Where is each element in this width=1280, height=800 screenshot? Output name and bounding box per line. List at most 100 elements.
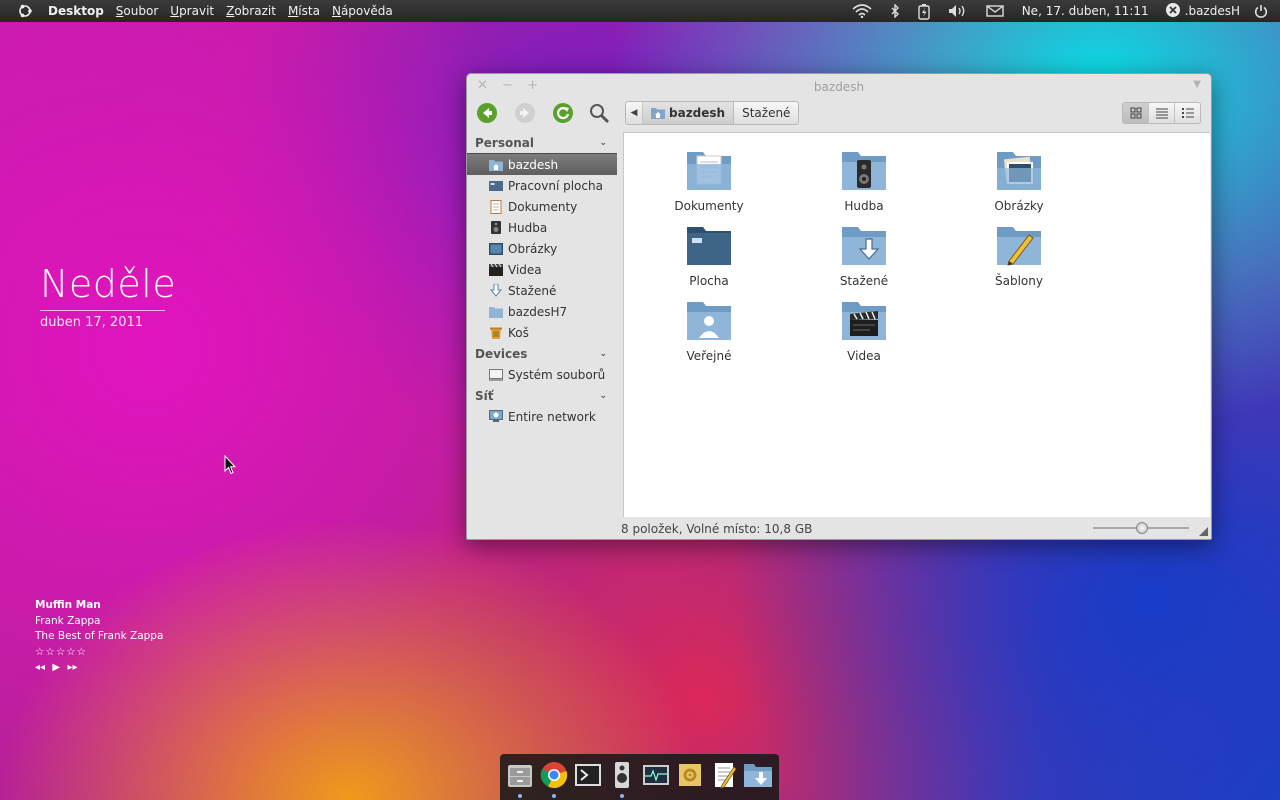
window-titlebar[interactable]: ✕ − + bazdesh ▼ xyxy=(467,74,1211,100)
dock-downloads-folder-icon[interactable] xyxy=(743,760,773,790)
public-folder-icon xyxy=(687,302,731,340)
desktop-folder-icon xyxy=(687,227,731,265)
sidebar-item-desktop[interactable]: Pracovní plocha xyxy=(467,175,617,196)
menu-mista[interactable]: Místa xyxy=(288,4,320,18)
sidebar-item-downloads[interactable]: Stažené xyxy=(467,280,617,301)
menu-napoveda[interactable]: Nápověda xyxy=(332,4,393,18)
music-icon xyxy=(489,221,503,234)
search-icon xyxy=(590,104,610,124)
file-item-plocha[interactable]: Plocha xyxy=(649,223,769,288)
search-button[interactable] xyxy=(587,101,611,125)
pictures-icon xyxy=(489,242,503,255)
folder-icon xyxy=(489,305,503,318)
sidebar-heading-network[interactable]: Síť ⌄ xyxy=(467,385,617,406)
compact-view-button[interactable] xyxy=(1175,103,1200,123)
dock-text-editor-icon[interactable] xyxy=(709,760,739,790)
icon-view-button[interactable] xyxy=(1123,103,1149,123)
file-item-verejne[interactable]: Veřejné xyxy=(649,298,769,363)
sidebar-item-documents[interactable]: Dokumenty xyxy=(467,196,617,217)
sidebar-item-filesystem[interactable]: Systém souborů xyxy=(467,364,617,385)
file-item-sablony[interactable]: Šablony xyxy=(959,223,1079,288)
sidebar-item-trash[interactable]: Koš xyxy=(467,322,617,343)
file-item-hudba[interactable]: Hudba xyxy=(804,148,924,213)
file-item-videa[interactable]: Videa xyxy=(804,298,924,363)
day-name: Neděle xyxy=(40,262,177,306)
zoom-slider-knob[interactable] xyxy=(1136,522,1148,534)
dock-terminal-icon[interactable] xyxy=(573,760,603,790)
path-back-arrow-icon[interactable]: ◀ xyxy=(626,102,643,124)
app-name: Desktop xyxy=(48,4,104,18)
dock-chrome-icon[interactable] xyxy=(539,760,569,798)
sidebar-item-videos[interactable]: Videa xyxy=(467,259,617,280)
dock xyxy=(500,754,779,800)
file-manager-window: ✕ − + bazdesh ▼ ◀ bazdesh Stažené Person… xyxy=(466,73,1212,540)
sidebar-heading-devices[interactable]: Devices ⌄ xyxy=(467,343,617,364)
dock-system-monitor-icon[interactable] xyxy=(641,760,671,790)
sidebar-item-bazdesh[interactable]: bazdesh xyxy=(467,153,617,175)
chevron-down-icon[interactable]: ⌄ xyxy=(599,349,607,359)
sidebar-item-music[interactable]: Hudba xyxy=(467,217,617,238)
wifi-icon[interactable] xyxy=(852,4,872,18)
chevron-down-icon[interactable]: ⌄ xyxy=(599,391,607,401)
drive-icon xyxy=(489,368,503,381)
zoom-slider[interactable] xyxy=(1093,522,1189,534)
menu-upravit[interactable]: Upravit xyxy=(170,4,214,18)
window-menu-icon[interactable]: ▼ xyxy=(1193,79,1201,90)
chevron-down-icon[interactable]: ⌄ xyxy=(599,138,607,148)
dock-file-cabinet-icon[interactable] xyxy=(505,760,535,798)
path-crumb-downloads[interactable]: Stažené xyxy=(734,102,798,124)
status-text: 8 položek, Volné místo: 10,8 GB xyxy=(621,521,813,536)
dock-settings-icon[interactable] xyxy=(675,760,705,790)
sidebar-item-bazdesh7[interactable]: bazdesH7 xyxy=(467,301,617,322)
divider xyxy=(40,310,165,311)
forward-arrow-icon xyxy=(515,103,535,123)
downloads-folder-icon xyxy=(842,227,886,265)
previous-button[interactable]: ◂◂ xyxy=(35,662,45,673)
user-menu[interactable]: .bazdesH xyxy=(1165,2,1240,21)
path-crumb-home[interactable]: bazdesh xyxy=(643,102,735,124)
music-widget: Muffin Man Frank Zappa The Best of Frank… xyxy=(35,598,163,676)
list-view-button[interactable] xyxy=(1149,103,1175,123)
system-tray: Ne, 17. duben, 11:11 .bazdesH xyxy=(852,0,1280,22)
rating-stars[interactable]: ☆☆☆☆☆ xyxy=(35,645,163,661)
documents-icon xyxy=(489,199,503,214)
trash-icon xyxy=(489,326,503,339)
reload-icon xyxy=(553,103,573,123)
volume-icon[interactable] xyxy=(948,4,968,18)
top-panel: Desktop Soubor Upravit Zobrazit Místa Ná… xyxy=(0,0,1280,22)
user-status-icon xyxy=(1165,2,1181,21)
clock[interactable]: Ne, 17. duben, 11:11 xyxy=(1022,4,1149,18)
file-view: Dokumenty Hudba Obrázky Plocha Stažené Š… xyxy=(623,132,1210,517)
menu-zobrazit[interactable]: Zobrazit xyxy=(226,4,276,18)
ubuntu-logo-icon[interactable] xyxy=(14,0,36,22)
templates-folder-icon xyxy=(997,227,1041,266)
sidebar-item-entire-network[interactable]: Entire network xyxy=(467,406,617,427)
battery-icon[interactable] xyxy=(918,3,930,20)
resize-grip-icon[interactable] xyxy=(1199,527,1208,536)
sidebar-item-pictures[interactable]: Obrázky xyxy=(467,238,617,259)
forward-button[interactable] xyxy=(513,101,537,125)
username: .bazdesH xyxy=(1184,4,1240,18)
menu-soubor[interactable]: Soubor xyxy=(116,4,158,18)
reload-button[interactable] xyxy=(551,101,575,125)
toolbar: ◀ bazdesh Stažené xyxy=(467,100,1211,130)
next-button[interactable]: ▸▸ xyxy=(67,662,77,673)
dock-speaker-icon[interactable] xyxy=(607,760,637,798)
file-item-stazene[interactable]: Stažené xyxy=(804,223,924,288)
file-item-obrazky[interactable]: Obrázky xyxy=(959,148,1079,213)
sidebar-heading-personal[interactable]: Personal ⌄ xyxy=(467,132,617,153)
play-button[interactable]: ▶ xyxy=(52,662,60,673)
path-bar: ◀ bazdesh Stažené xyxy=(625,101,800,125)
pictures-folder-icon xyxy=(997,152,1041,190)
date-text: duben 17, 2011 xyxy=(40,315,144,330)
mouse-cursor-icon xyxy=(224,454,237,478)
mail-icon[interactable] xyxy=(986,5,1004,17)
power-icon[interactable] xyxy=(1254,4,1268,18)
grid-view-icon xyxy=(1130,107,1141,119)
window-title: bazdesh xyxy=(813,80,865,94)
track-title: Muffin Man xyxy=(35,599,101,611)
documents-folder-icon xyxy=(687,152,731,190)
file-item-dokumenty[interactable]: Dokumenty xyxy=(649,148,769,213)
bluetooth-icon[interactable] xyxy=(890,4,900,18)
back-button[interactable] xyxy=(475,101,499,125)
